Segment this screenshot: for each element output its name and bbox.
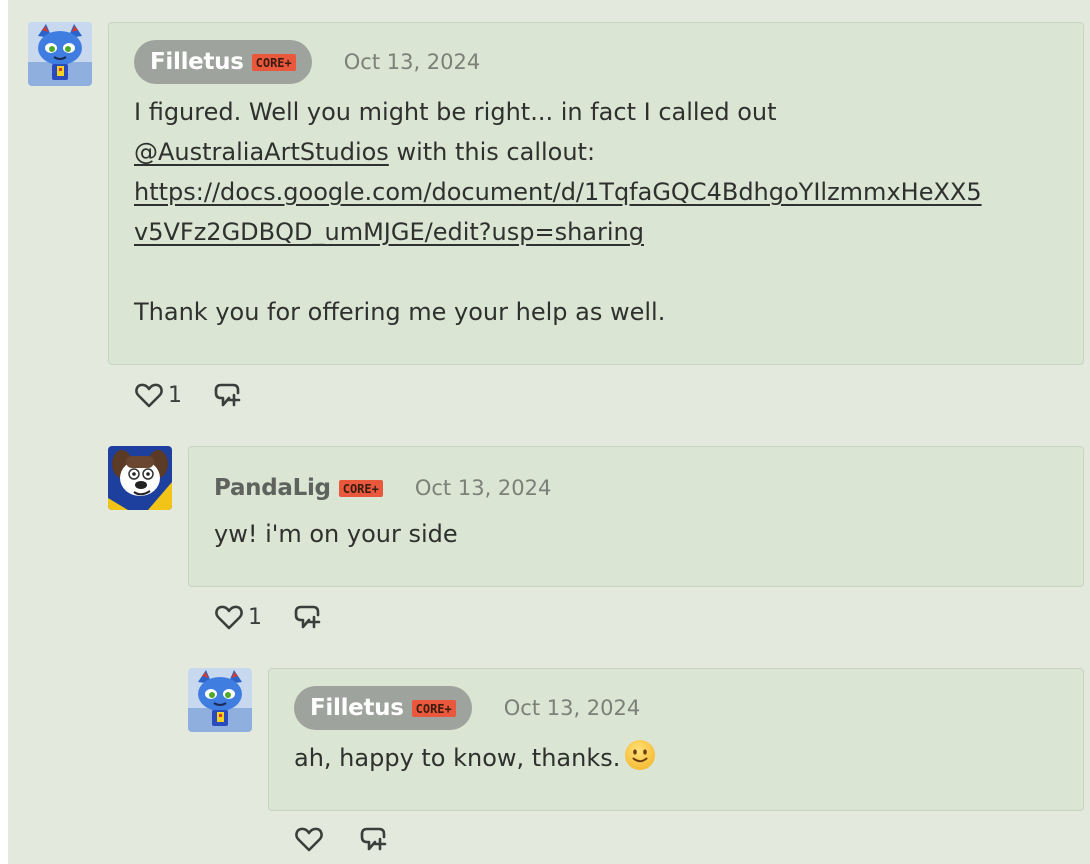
reply-icon[interactable] (358, 824, 388, 854)
username-pill[interactable]: Filletus CORE+ (294, 686, 472, 730)
like-count: 1 (168, 382, 182, 408)
comment-text-line: @AustraliaArtStudios with this callout: (134, 132, 1074, 172)
comment-date: Oct 13, 2024 (343, 50, 481, 74)
heart-icon[interactable] (294, 824, 324, 854)
core-plus-badge: CORE+ (251, 53, 296, 71)
comment-date: Oct 13, 2024 (503, 696, 641, 720)
username[interactable]: Filletus (150, 49, 244, 75)
mention-link[interactable]: @AustraliaArtStudios (134, 138, 389, 166)
comment-actions: 1 (214, 602, 322, 632)
slightly-smiling-face-icon (625, 740, 656, 770)
username[interactable]: Filletus (310, 695, 404, 721)
reply-icon[interactable] (212, 380, 242, 410)
comment-header: Filletus CORE+ Oct 13, 2024 (294, 686, 640, 730)
avatar[interactable] (188, 668, 252, 732)
heart-icon[interactable] (134, 380, 164, 410)
comment-actions (294, 824, 388, 854)
document-link-continued[interactable]: v5VFz2GDBQD_umMJGE/edit?usp=sharing (134, 212, 1074, 252)
reply-icon[interactable] (292, 602, 322, 632)
comment-header: Filletus CORE+ Oct 13, 2024 (134, 40, 480, 84)
comment-date: Oct 13, 2024 (414, 476, 552, 500)
comment-body: ah, happy to know, thanks. (294, 738, 1074, 778)
comment-text-line: Thank you for offering me your help as w… (134, 298, 666, 326)
heart-icon[interactable] (214, 602, 244, 632)
comment-body: I figured. Well you might be right... in… (134, 92, 1074, 332)
comment-text-line: ah, happy to know, thanks. (294, 744, 621, 772)
username-pill[interactable]: Filletus CORE+ (134, 40, 312, 84)
username[interactable]: PandaLig (214, 475, 331, 501)
avatar[interactable] (108, 446, 172, 510)
comment-text-fragment: with this callout: (388, 138, 596, 166)
comment-header: PandaLig CORE+ Oct 13, 2024 (214, 466, 551, 510)
core-plus-badge: CORE+ (411, 699, 456, 717)
page-left-edge (0, 0, 8, 864)
avatar[interactable] (28, 22, 92, 86)
avatar-blue-cat-icon (188, 668, 252, 732)
comment-text-line: I figured. Well you might be right... in… (134, 98, 777, 126)
comment-actions: 1 (134, 380, 242, 410)
document-link-part-2[interactable]: v5VFz2GDBQD_umMJGE/edit?usp=sharing (134, 218, 644, 246)
document-link-part-1[interactable]: https://docs.google.com/document/d/1Tqfa… (134, 178, 982, 206)
comment-body: yw! i'm on your side (214, 514, 1074, 554)
avatar-blue-cat-icon (28, 22, 92, 86)
username-label[interactable]: PandaLig CORE+ (214, 475, 383, 501)
comment-text-line: yw! i'm on your side (214, 520, 458, 548)
core-plus-badge: CORE+ (338, 479, 383, 497)
avatar-dog-icon (108, 446, 172, 510)
like-count: 1 (248, 604, 262, 630)
document-link[interactable]: https://docs.google.com/document/d/1Tqfa… (134, 172, 1074, 212)
